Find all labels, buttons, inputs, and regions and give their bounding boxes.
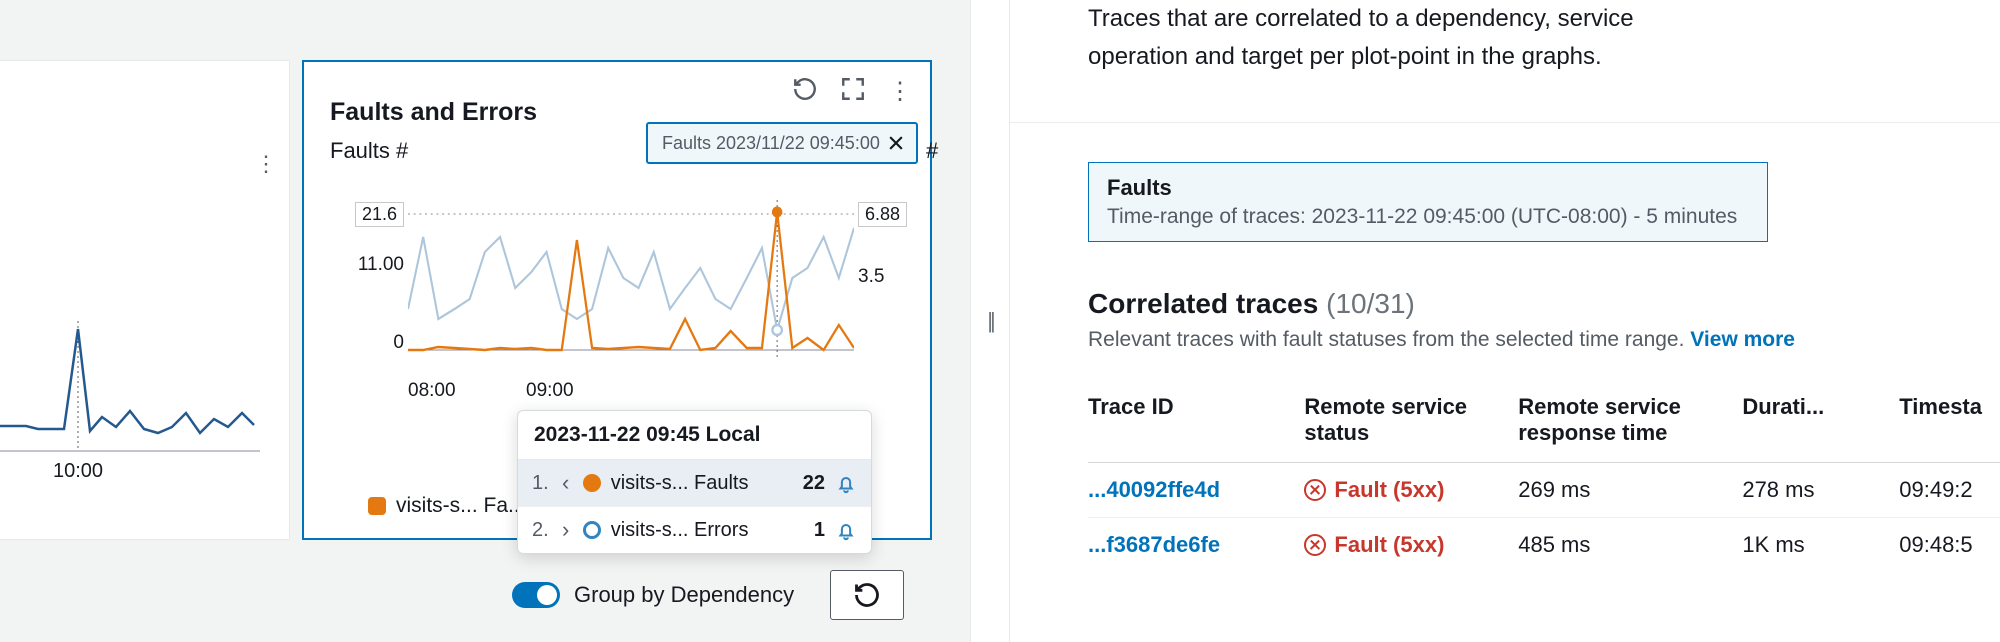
y-axis-left: 21.6 11.00 0 xyxy=(348,180,404,420)
refresh-icon xyxy=(853,581,881,609)
close-icon[interactable] xyxy=(886,133,906,153)
refresh-icon[interactable] xyxy=(792,76,818,107)
line-chart xyxy=(408,200,854,380)
card-menu-icon[interactable]: ⋮ xyxy=(888,77,912,106)
mini-xlabel: 10:00 xyxy=(53,460,103,481)
time-range-info-box: Faults Time-range of traces: 2023-11-22 … xyxy=(1088,162,1768,242)
legend-text: visits-s... Fa... xyxy=(396,494,526,518)
tooltip-row-faults[interactable]: 1. ‹ visits-s... Faults 22 xyxy=(518,460,871,507)
selected-timestamp-text: Faults 2023/11/22 09:45:00 xyxy=(662,133,880,154)
left-pane: ⋮ 10:00 ⋮ Faults and Errors Faults # Fau… xyxy=(0,0,970,642)
section-title: Correlated traces (10/31) xyxy=(1088,288,2000,320)
col-trace-id[interactable]: Trace ID xyxy=(1088,378,1304,463)
x-axis: 08:00 09:00 xyxy=(408,380,854,412)
selected-timestamp-pill[interactable]: Faults 2023/11/22 09:45:00 xyxy=(646,122,918,164)
info-title: Faults xyxy=(1107,175,1749,201)
fault-icon xyxy=(1304,534,1326,556)
table-row: ...40092ffe4d Fault (5xx) 269 ms 278 ms … xyxy=(1088,463,2000,518)
bell-icon[interactable] xyxy=(835,519,857,541)
correlated-traces-table: Trace ID Remote service status Remote se… xyxy=(1088,378,2000,572)
group-by-dependency-toggle[interactable]: Group by Dependency xyxy=(512,582,794,608)
col-remote-rt[interactable]: Remote service response time xyxy=(1518,378,1742,463)
trace-id-link[interactable]: ...40092ffe4d xyxy=(1088,477,1220,502)
right-axis-label: # xyxy=(926,138,938,164)
table-row: ...f3687de6fe Fault (5xx) 485 ms 1K ms 0… xyxy=(1088,518,2000,573)
chart-legend: visits-s... Fa... xyxy=(368,494,526,518)
chart-plot-area[interactable]: 21.6 11.00 0 6.88 3.5 xyxy=(328,180,918,420)
status-badge: Fault (5xx) xyxy=(1304,477,1500,503)
pane-description: Traces that are correlated to a dependen… xyxy=(1088,0,1728,76)
tooltip-row-errors[interactable]: 2. › visits-s... Errors 1 xyxy=(518,507,871,553)
left-axis-label: Faults # xyxy=(330,138,408,164)
previous-metric-card: ⋮ 10:00 xyxy=(0,60,290,540)
info-subtitle: Time-range of traces: 2023-11-22 09:45:0… xyxy=(1107,205,1749,229)
chevron-left-icon: ‹ xyxy=(559,470,573,496)
datapoint-tooltip: 2023-11-22 09:45 Local 1. ‹ visits-s... … xyxy=(517,410,872,554)
series-dot-icon xyxy=(583,521,601,539)
fault-icon xyxy=(1304,479,1326,501)
tooltip-heading: 2023-11-22 09:45 Local xyxy=(518,411,871,460)
divider xyxy=(1010,122,2000,123)
legend-swatch-faults xyxy=(368,497,386,515)
toggle-label: Group by Dependency xyxy=(574,582,794,608)
col-duration[interactable]: Durati... xyxy=(1742,378,1899,463)
refresh-button[interactable] xyxy=(830,570,904,620)
card-title: Faults and Errors xyxy=(330,98,537,127)
drag-handle-icon: || xyxy=(987,308,992,334)
chevron-right-icon: › xyxy=(559,517,573,543)
col-remote-status[interactable]: Remote service status xyxy=(1304,378,1518,463)
series-dot-icon xyxy=(583,474,601,492)
status-badge: Fault (5xx) xyxy=(1304,532,1500,558)
previous-metric-sparkline: 10:00 xyxy=(0,321,260,481)
col-timestamp[interactable]: Timesta xyxy=(1899,378,2000,463)
y-axis-right: 6.88 3.5 xyxy=(858,180,914,420)
bell-icon[interactable] xyxy=(835,472,857,494)
expand-icon[interactable] xyxy=(840,76,866,107)
pane-resizer[interactable]: || xyxy=(970,0,1010,642)
right-pane: Traces that are correlated to a dependen… xyxy=(1010,0,2000,642)
toggle-switch[interactable] xyxy=(512,582,560,608)
view-more-link[interactable]: View more xyxy=(1690,328,1795,351)
section-subtitle: Relevant traces with fault statuses from… xyxy=(1088,328,2000,352)
card-menu-icon[interactable]: ⋮ xyxy=(255,151,277,177)
trace-id-link[interactable]: ...f3687de6fe xyxy=(1088,532,1220,557)
